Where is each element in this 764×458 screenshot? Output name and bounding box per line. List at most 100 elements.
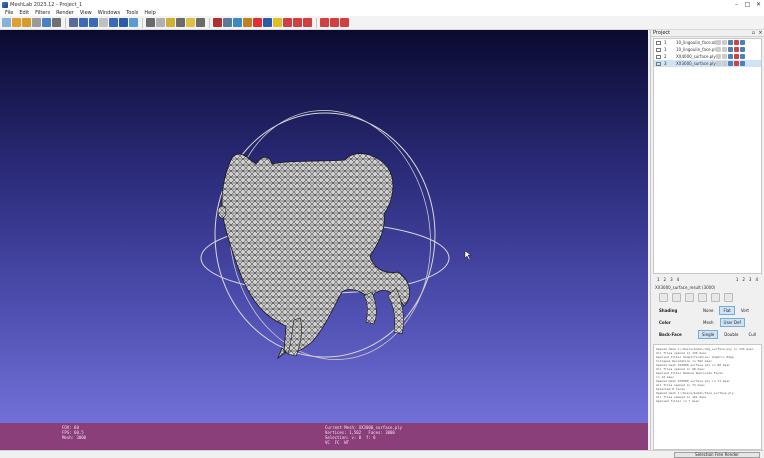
shading-option-none[interactable]: None <box>699 306 717 315</box>
toolbar-tool-3-4-icon[interactable] <box>253 18 262 27</box>
layer-row[interactable]: 3 XX3000_surface.ply <box>654 60 761 67</box>
layer-action-1-icon[interactable] <box>722 40 727 45</box>
toolbar-tool-0-2-icon[interactable] <box>22 18 31 27</box>
color-option-mesh[interactable]: Mesh <box>699 318 718 327</box>
toolbar-tool-0-4-icon[interactable] <box>42 18 51 27</box>
layer-action-3-icon[interactable] <box>734 40 739 45</box>
layer-action-2-icon[interactable] <box>728 47 733 52</box>
toolbar-tool-2-3-icon[interactable] <box>176 18 185 27</box>
layer-nav-button[interactable]: 3 <box>749 277 752 282</box>
solid-mode-icon[interactable] <box>698 293 707 302</box>
layer-nav-button[interactable]: 2 <box>664 277 667 282</box>
layer-row[interactable]: 2 XX4000_surface.ply <box>654 53 761 60</box>
layer-action-1-icon[interactable] <box>722 54 727 59</box>
layer-list[interactable]: 1 10_lingoulin_face.obj 1 10_lingoulin_face… <box>653 38 762 274</box>
log-console: Opened mesh C:/Users/model/dog_surface.p… <box>653 344 762 450</box>
minimize-button[interactable]: – <box>731 0 742 9</box>
shading-option-vert[interactable]: Vert <box>737 306 753 315</box>
toolbar-tool-1-6-icon[interactable] <box>129 18 138 27</box>
points-mode-icon[interactable] <box>672 293 681 302</box>
toolbar-tool-3-2-icon[interactable] <box>233 18 242 27</box>
layer-action-4-icon[interactable] <box>740 40 745 45</box>
cull-option-cull[interactable]: Cull <box>744 330 760 339</box>
layer-action-1-icon[interactable] <box>722 47 727 52</box>
layer-nav-button[interactable]: 1 <box>736 277 739 282</box>
menu-file[interactable]: File <box>2 10 16 16</box>
layer-action-4-icon[interactable] <box>740 61 745 66</box>
menu-filters[interactable]: Filters <box>32 10 53 16</box>
layer-nav-button[interactable]: 1 <box>657 277 660 282</box>
float-panel-icon[interactable]: ▫ <box>750 30 757 36</box>
layer-action-0-icon[interactable] <box>716 40 721 45</box>
layer-nav-button[interactable]: 2 <box>742 277 745 282</box>
3d-viewport[interactable] <box>0 30 648 423</box>
toolbar-tool-3-5-icon[interactable] <box>263 18 272 27</box>
cull-option-single[interactable]: Single <box>697 329 719 339</box>
layer-action-3-icon[interactable] <box>734 61 739 66</box>
extra-mode-icon[interactable] <box>724 293 733 302</box>
dog-mesh[interactable] <box>221 153 411 360</box>
toolbar-tool-4-0-icon[interactable] <box>320 18 329 27</box>
layer-action-0-icon[interactable] <box>716 54 721 59</box>
toolbar-tool-2-0-icon[interactable] <box>146 18 155 27</box>
toolbar-tool-1-4-icon[interactable] <box>109 18 118 27</box>
menu-view[interactable]: View <box>77 10 95 16</box>
layer-action-2-icon[interactable] <box>728 40 733 45</box>
menu-help[interactable]: Help <box>141 10 158 16</box>
toolbar-tool-1-5-icon[interactable] <box>119 18 128 27</box>
layer-action-4-icon[interactable] <box>740 54 745 59</box>
toolbar-tool-4-2-icon[interactable] <box>340 18 349 27</box>
layer-action-4-icon[interactable] <box>740 47 745 52</box>
toolbar-tool-3-1-icon[interactable] <box>223 18 232 27</box>
menu-edit[interactable]: Edit <box>16 10 32 16</box>
close-panel-icon[interactable]: × <box>757 30 764 36</box>
layer-action-0-icon[interactable] <box>716 61 721 66</box>
toolbar-tool-2-4-icon[interactable] <box>186 18 195 27</box>
toolbar-tool-0-0-icon[interactable] <box>2 18 11 27</box>
toolbar-tool-0-1-icon[interactable] <box>12 18 21 27</box>
toolbar-tool-3-0-icon[interactable] <box>213 18 222 27</box>
color-option-user-def[interactable]: User Def <box>719 317 745 327</box>
layer-nav-button[interactable]: 4 <box>677 277 680 282</box>
layer-action-2-icon[interactable] <box>728 61 733 66</box>
menu-windows[interactable]: Windows <box>95 10 123 16</box>
visibility-toggle-icon[interactable] <box>656 40 661 45</box>
layer-action-2-icon[interactable] <box>728 54 733 59</box>
toolbar-tool-1-1-icon[interactable] <box>79 18 88 27</box>
toolbar-tool-1-0-icon[interactable] <box>69 18 78 27</box>
visibility-toggle-icon[interactable] <box>656 61 661 66</box>
toolbar-tool-2-5-icon[interactable] <box>196 18 205 27</box>
layer-action-3-icon[interactable] <box>734 54 739 59</box>
layer-action-0-icon[interactable] <box>716 47 721 52</box>
menu-tools[interactable]: Tools <box>123 10 141 16</box>
visibility-toggle-icon[interactable] <box>656 54 661 59</box>
bbox-mode-icon[interactable] <box>659 293 668 302</box>
maximize-button[interactable]: □ <box>742 0 753 9</box>
toolbar-tool-0-3-icon[interactable] <box>32 18 41 27</box>
cull-option-double[interactable]: Double <box>720 330 742 339</box>
scene-canvas[interactable] <box>0 30 648 423</box>
layer-action-1-icon[interactable] <box>722 61 727 66</box>
toolbar-tool-2-2-icon[interactable] <box>166 18 175 27</box>
toolbar-tool-3-6-icon[interactable] <box>273 18 282 27</box>
toolbar-tool-3-8-icon[interactable] <box>293 18 302 27</box>
close-button[interactable]: ✕ <box>753 0 764 9</box>
wireframe-mode-icon[interactable] <box>685 293 694 302</box>
layer-row[interactable]: 1 10_lingoulin_face.obj <box>654 39 761 46</box>
toolbar-tool-3-7-icon[interactable] <box>283 18 292 27</box>
layer-nav-button[interactable]: 4 <box>755 277 758 282</box>
toolbar-tool-1-2-icon[interactable] <box>89 18 98 27</box>
visibility-toggle-icon[interactable] <box>656 47 661 52</box>
layer-nav-button[interactable]: 3 <box>670 277 673 282</box>
layer-row[interactable]: 1 10_lingoulin_face.ply <box>654 46 761 53</box>
texture-mode-icon[interactable] <box>711 293 720 302</box>
layer-action-3-icon[interactable] <box>734 47 739 52</box>
shading-option-flat[interactable]: Flat <box>719 305 735 315</box>
menu-render[interactable]: Render <box>53 10 77 16</box>
toolbar-tool-4-1-icon[interactable] <box>330 18 339 27</box>
toolbar-tool-3-9-icon[interactable] <box>303 18 312 27</box>
toolbar-tool-3-3-icon[interactable] <box>243 18 252 27</box>
toolbar-tool-2-1-icon[interactable] <box>156 18 165 27</box>
toolbar-tool-0-5-icon[interactable] <box>52 18 61 27</box>
toolbar-tool-1-3-icon[interactable] <box>99 18 108 27</box>
